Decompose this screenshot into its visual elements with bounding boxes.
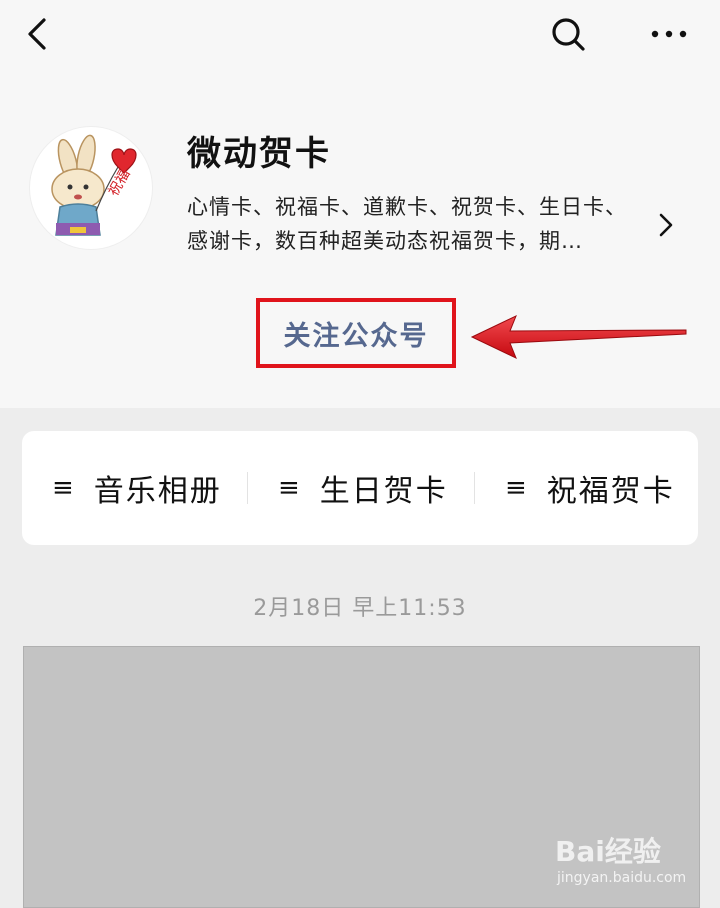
chevron-left-icon bbox=[28, 18, 46, 50]
annotation-arrow-icon bbox=[470, 314, 687, 360]
menu-item-music-album[interactable]: ≡ 音乐相册 bbox=[52, 431, 222, 545]
search-icon bbox=[552, 18, 585, 51]
message-timestamp: 2月18日 早上11:53 bbox=[253, 596, 467, 621]
menu-item-label: 音乐相册 bbox=[93, 474, 222, 509]
follow-button[interactable]: 关注公众号 bbox=[256, 298, 456, 368]
avatar-calligraphy: 祝福 bbox=[106, 167, 134, 199]
menu-divider bbox=[474, 472, 475, 504]
menu-list-icon: ≡ bbox=[278, 473, 302, 503]
search-button[interactable] bbox=[546, 12, 590, 56]
avatar[interactable]: 祝福 bbox=[30, 127, 152, 249]
menu-item-label: 祝福贺卡 bbox=[546, 474, 675, 509]
profile-detail-button[interactable] bbox=[652, 208, 680, 242]
description-line-1: 心情卡、祝福卡、道歉卡、祝贺卡、生日卡、 bbox=[187, 195, 627, 219]
follow-button-label: 关注公众号 bbox=[283, 320, 429, 352]
account-name[interactable]: 微动贺卡 bbox=[187, 126, 331, 175]
more-dots-icon bbox=[651, 30, 687, 38]
menu-item-birthday-card[interactable]: ≡ 生日贺卡 bbox=[278, 431, 448, 545]
menu-item-label: 生日贺卡 bbox=[319, 474, 448, 509]
menu-list-icon: ≡ bbox=[52, 473, 76, 503]
rabbit-balloon-avatar: 祝福 bbox=[51, 134, 137, 236]
back-button[interactable] bbox=[14, 12, 58, 56]
chevron-right-icon bbox=[659, 213, 673, 237]
description-line-2: 感谢卡，数百种超美动态祝福贺卡，期… bbox=[187, 229, 583, 253]
menu-item-blessing-card[interactable]: ≡ 祝福贺卡 bbox=[505, 431, 675, 545]
account-description[interactable]: 心情卡、祝福卡、道歉卡、祝贺卡、生日卡、 感谢卡，数百种超美动态祝福贺卡，期… bbox=[187, 190, 647, 258]
baidu-watermark: Bai经验 jingyan.baidu.com bbox=[555, 830, 686, 886]
menu-divider bbox=[247, 472, 248, 504]
more-button[interactable] bbox=[646, 12, 692, 56]
menu-list-icon: ≡ bbox=[505, 473, 529, 503]
watermark-brand: Bai经验 bbox=[555, 835, 661, 868]
watermark-url: jingyan.baidu.com bbox=[557, 870, 687, 886]
